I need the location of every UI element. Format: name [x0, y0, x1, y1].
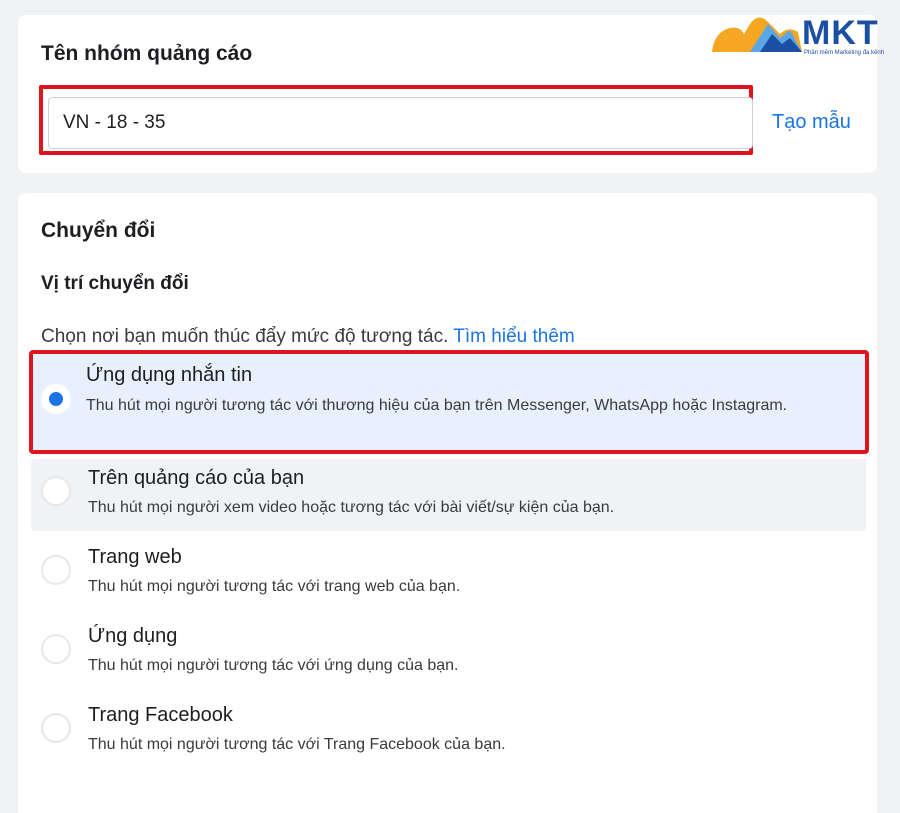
option-description: Thu hút mọi người tương tác với ứng dụng…: [88, 657, 459, 674]
input-highlight-frame: [39, 85, 753, 155]
option-label: Trang Facebook: [88, 704, 233, 726]
ad-set-name-input[interactable]: [48, 97, 753, 149]
option-label: Ứng dụng: [88, 625, 178, 647]
conversion-description-text: Chọn nơi bạn muốn thúc đẩy mức độ tương …: [41, 326, 449, 347]
radio-button[interactable]: [41, 634, 71, 664]
logo-tagline: Phần mềm Marketing đa kênh: [804, 50, 885, 56]
option-website[interactable]: Trang web Thu hút mọi người tương tác vớ…: [31, 538, 866, 610]
radio-button[interactable]: [41, 555, 71, 585]
radio-button[interactable]: [41, 713, 71, 743]
option-app[interactable]: Ứng dụng Thu hút mọi người tương tác với…: [31, 617, 866, 689]
radio-button[interactable]: [41, 384, 71, 414]
logo-text: MKT: [802, 14, 879, 52]
option-label: Trang web: [88, 546, 182, 568]
option-description: Thu hút mọi người xem video hoặc tương t…: [88, 499, 615, 516]
ad-set-name-title: Tên nhóm quảng cáo: [41, 42, 253, 65]
create-template-link[interactable]: Tạo mẫu: [772, 111, 851, 134]
conversion-description: Chọn nơi bạn muốn thúc đẩy mức độ tương …: [41, 326, 575, 348]
option-description: Thu hút mọi người tương tác với Trang Fa…: [88, 736, 506, 753]
radio-button[interactable]: [41, 476, 71, 506]
conversion-location-label: Vị trí chuyển đổi: [41, 273, 189, 294]
option-facebook-page[interactable]: Trang Facebook Thu hút mọi người tương t…: [31, 696, 866, 768]
mkt-logo: MKT Phần mềm Marketing đa kênh: [710, 12, 890, 62]
option-description: Thu hút mọi người tương tác với thương h…: [86, 397, 788, 414]
option-label: Ứng dụng nhắn tin: [86, 364, 253, 386]
mkt-logo-mark-icon: [712, 17, 802, 52]
radio-selected-dot: [49, 392, 63, 406]
learn-more-link[interactable]: Tìm hiểu thêm: [453, 326, 574, 347]
option-on-your-ad[interactable]: Trên quảng cáo của bạn Thu hút mọi người…: [31, 459, 866, 531]
option-messaging-apps[interactable]: Ứng dụng nhắn tin Thu hút mọi người tươn…: [29, 350, 869, 454]
option-description: Thu hút mọi người tương tác với trang we…: [88, 578, 461, 595]
conversion-title: Chuyển đổi: [41, 219, 156, 242]
conversion-card: Chuyển đổi Vị trí chuyển đổi Chọn nơi bạ…: [18, 193, 877, 813]
option-label: Trên quảng cáo của bạn: [88, 467, 305, 489]
